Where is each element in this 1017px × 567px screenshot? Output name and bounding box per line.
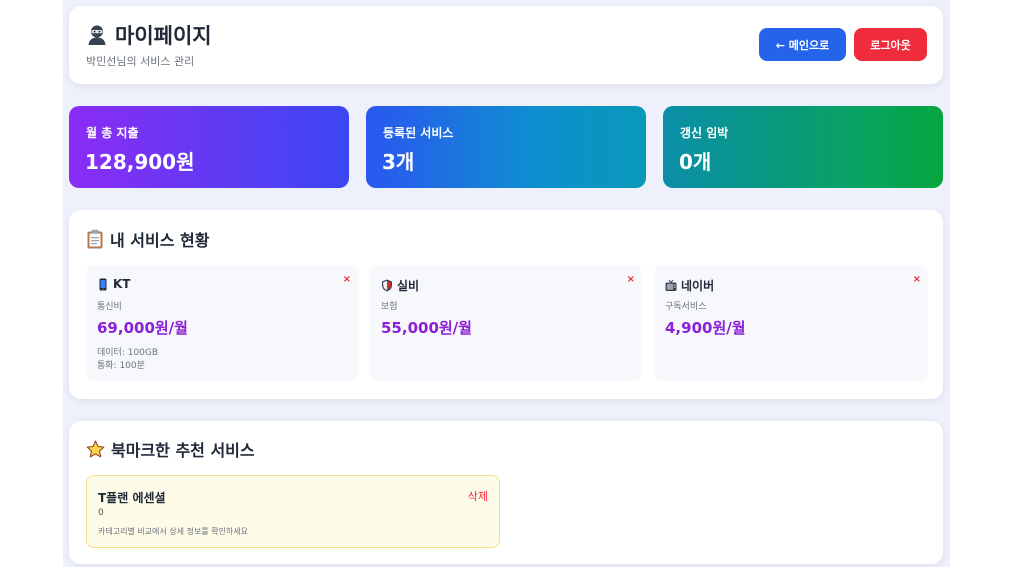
- service-price: 55,000원/월: [381, 319, 472, 337]
- service-category: 보험: [381, 302, 398, 312]
- section-title-bookmarks: 북마크한 추천 서비스: [86, 437, 255, 461]
- mobile-phone-icon: [97, 278, 109, 291]
- service-name-text: 실비: [397, 279, 420, 293]
- logout-button[interactable]: 로그아웃: [854, 28, 927, 61]
- stat-card-monthly-spend: 월 총 지출 128,900원: [69, 106, 349, 188]
- service-detail: 통화: 100분: [97, 361, 145, 371]
- user-ninja-icon: [86, 24, 108, 46]
- stat-value: 3개: [382, 150, 415, 174]
- bookmarks-card: 북마크한 추천 서비스 T플랜 에센셜 0 카테고리별 비교에서 상세 정보를 …: [69, 421, 943, 564]
- service-name-text: 네이버: [681, 279, 715, 293]
- delete-service-button[interactable]: ×: [627, 274, 635, 285]
- delete-service-button[interactable]: ×: [913, 274, 921, 285]
- service-card-naver: 네이버 구독서비스 4,900원/월 ×: [654, 265, 928, 381]
- page-subtitle: 박민선님의 서비스 관리: [86, 55, 195, 68]
- service-price: 4,900원/월: [665, 319, 746, 337]
- bookmark-value: 0: [98, 508, 104, 518]
- shield-icon: [381, 279, 393, 292]
- service-name: 실비: [381, 277, 419, 294]
- service-name-text: KT: [113, 277, 131, 291]
- service-detail: 데이터: 100GB: [97, 348, 159, 358]
- stat-label: 갱신 임박: [680, 126, 729, 140]
- stat-card-registered-services: 등록된 서비스 3개: [366, 106, 646, 188]
- service-category: 통신비: [97, 302, 122, 312]
- delete-bookmark-button[interactable]: 삭제: [468, 488, 488, 504]
- bookmark-name: T플랜 에센셜: [98, 491, 166, 505]
- my-services-card: 내 서비스 현황 KT 통신비 69,000원/월 데이터: 100GB 통화:…: [69, 210, 943, 399]
- service-price: 69,000원/월: [97, 319, 188, 337]
- section-title-text: 내 서비스 현황: [110, 231, 210, 250]
- tv-icon: [665, 279, 677, 292]
- section-title-services: 내 서비스 현황: [86, 227, 209, 251]
- stat-value: 128,900원: [85, 150, 195, 174]
- section-title-text: 북마크한 추천 서비스: [111, 441, 255, 460]
- page-title: 마이페이지: [86, 20, 212, 50]
- stat-card-renewal-soon: 갱신 임박 0개: [663, 106, 943, 188]
- bookmark-item[interactable]: T플랜 에센셜 0 카테고리별 비교에서 상세 정보를 확인하세요 삭제: [86, 475, 500, 548]
- stat-value: 0개: [679, 150, 712, 174]
- service-category: 구독서비스: [665, 302, 707, 312]
- stat-label: 월 총 지출: [86, 126, 139, 140]
- clipboard-icon: [86, 229, 104, 249]
- service-card-silbi: 실비 보험 55,000원/월 ×: [370, 265, 642, 381]
- service-name: 네이버: [665, 277, 714, 294]
- page-title-text: 마이페이지: [115, 24, 212, 48]
- header-card: 마이페이지 박민선님의 서비스 관리 ← 메인으로 로그아웃: [69, 6, 943, 84]
- service-card-kt: KT 통신비 69,000원/월 데이터: 100GB 통화: 100분 ×: [86, 265, 358, 381]
- stat-label: 등록된 서비스: [383, 126, 454, 140]
- bookmark-note: 카테고리별 비교에서 상세 정보를 확인하세요: [98, 527, 249, 536]
- star-icon: [86, 440, 105, 459]
- delete-service-button[interactable]: ×: [343, 274, 351, 285]
- back-to-main-button[interactable]: ← 메인으로: [759, 28, 846, 61]
- service-name: KT: [97, 277, 130, 291]
